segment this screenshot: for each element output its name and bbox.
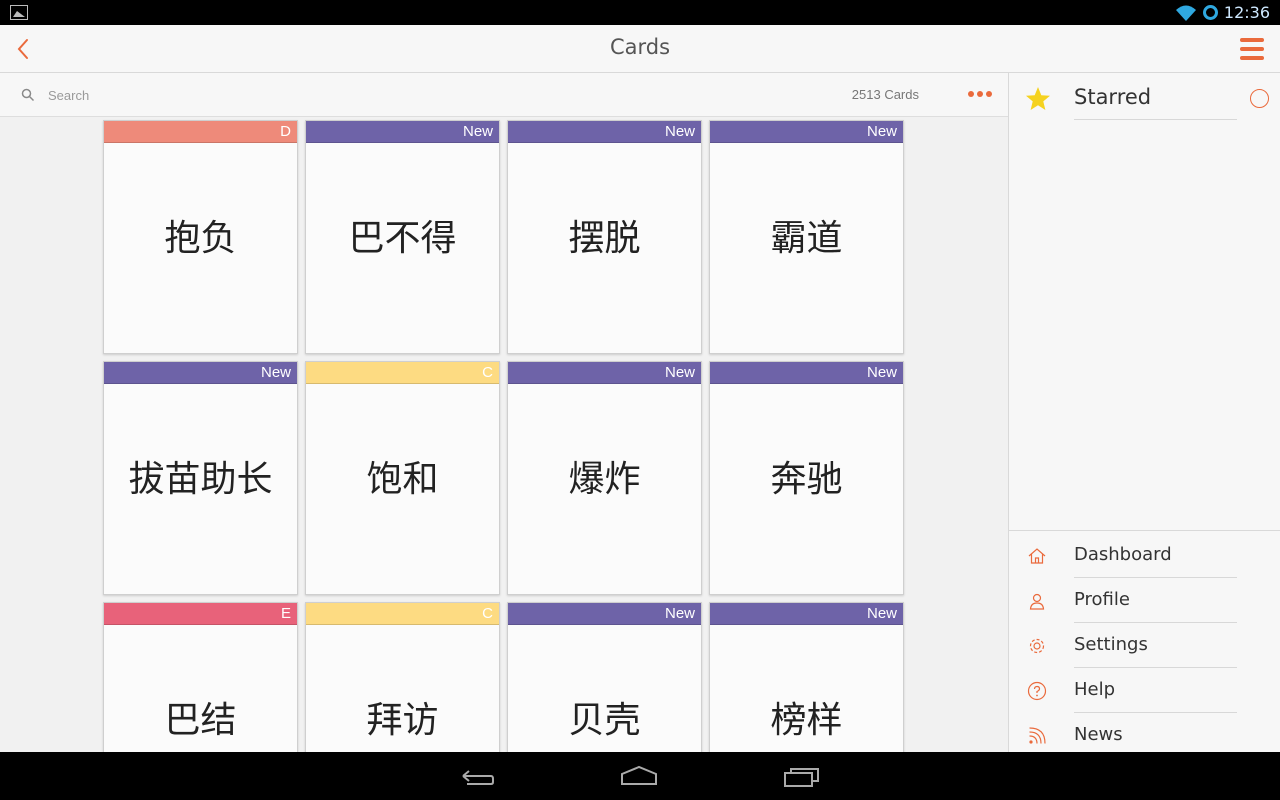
card-word: 巴结 [164,700,237,741]
card-word: 榜样 [770,700,843,741]
rss-icon [1029,727,1046,744]
home-icon [1028,548,1046,564]
back-nav-icon[interactable] [457,764,497,790]
card-status-band: New [710,603,903,625]
card[interactable]: C 拜访 [305,602,500,752]
card-word: 巴不得 [348,218,457,259]
card-tag: E [280,605,291,622]
card-tag: New [664,605,695,622]
card[interactable]: E 巴结 [103,602,298,752]
card-word: 爆炸 [568,459,641,500]
gear-icon [1029,638,1045,654]
card[interactable]: New 巴不得 [305,120,500,354]
wifi-icon [1175,5,1196,21]
card[interactable]: New 榜样 [709,602,904,752]
system-nav-bar [0,752,1280,800]
recents-nav-icon[interactable] [782,764,822,790]
page-title: Cards [609,35,671,59]
card[interactable]: New 摆脱 [507,120,702,354]
app-bar: Cards [0,25,1280,73]
search-bar: 2513 Cards [0,73,1008,117]
cards-area: 2513 Cards D 抱负 New 巴不得 New 摆脱 New 霸道 Ne… [0,73,1008,752]
help-icon [1027,681,1047,701]
card-tag: New [866,364,897,381]
menu-icon[interactable] [1240,38,1264,60]
clock: 12:36 [1223,3,1270,22]
card-word: 饱和 [366,459,439,500]
card-status-band: C [306,362,499,384]
card-tag: New [866,123,897,140]
nav-item-profile[interactable]: Profile [1009,578,1280,623]
home-nav-icon[interactable] [619,764,659,790]
search-icon [21,88,35,102]
card[interactable]: New 拔苗助长 [103,361,298,595]
card[interactable]: New 霸道 [709,120,904,354]
card-word: 摆脱 [568,218,641,259]
card-word: 贝壳 [568,700,641,741]
card-tag: New [664,364,695,381]
status-bar-right: 12:36 [1175,2,1270,23]
person-icon [1029,593,1045,610]
nav-item-label: Settings [1074,634,1148,655]
nav-menu: Dashboard Profile Settings Help News [1009,530,1280,745]
card-tag: C [482,605,493,622]
nav-item-help[interactable]: Help [1009,668,1280,713]
card-status-band: New [508,603,701,625]
card-tag: C [482,364,493,381]
card-status-band: D [104,121,297,143]
card-status-band: New [508,121,701,143]
nav-item-label: Help [1074,679,1116,700]
card-status-band: New [104,362,297,384]
side-panel: Starred Dashboard Profile Settings Help … [1008,73,1280,752]
star-icon [1026,87,1050,110]
card-status-band: New [710,121,903,143]
card-word: 拔苗助长 [128,459,273,500]
card[interactable]: New 奔驰 [709,361,904,595]
search-input[interactable] [48,84,548,106]
card-tag: D [280,123,291,140]
card-word: 拜访 [366,700,439,741]
card-status-band: E [104,603,297,625]
sync-icon [1202,5,1218,20]
card-status-band: New [710,362,903,384]
nav-item-settings[interactable]: Settings [1009,623,1280,668]
card[interactable]: New 爆炸 [507,361,702,595]
nav-item-label: Profile [1074,589,1130,610]
nav-item-dashboard[interactable]: Dashboard [1009,533,1280,578]
card-word: 抱负 [164,218,237,259]
image-notification-icon [10,5,28,20]
starred-filter[interactable]: Starred [1009,73,1280,123]
card-tag: New [664,123,695,140]
status-bar: 12:36 [0,0,1280,25]
card-status-band: C [306,603,499,625]
card[interactable]: D 抱负 [103,120,298,354]
card-word: 奔驰 [770,459,843,500]
card-count: 2513 Cards [851,87,919,102]
card-word: 霸道 [770,218,843,259]
starred-toggle-icon[interactable] [1250,89,1269,108]
card-tag: New [866,605,897,622]
card-tag: New [260,364,291,381]
divider [1074,119,1237,120]
card-status-band: New [508,362,701,384]
starred-label: Starred [1074,85,1152,109]
card[interactable]: C 饱和 [305,361,500,595]
card-tag: New [462,123,493,140]
nav-item-label: News [1074,724,1123,745]
nav-item-label: Dashboard [1074,544,1172,565]
card-status-band: New [306,121,499,143]
card[interactable]: New 贝壳 [507,602,702,752]
more-options-icon[interactable] [968,88,992,100]
